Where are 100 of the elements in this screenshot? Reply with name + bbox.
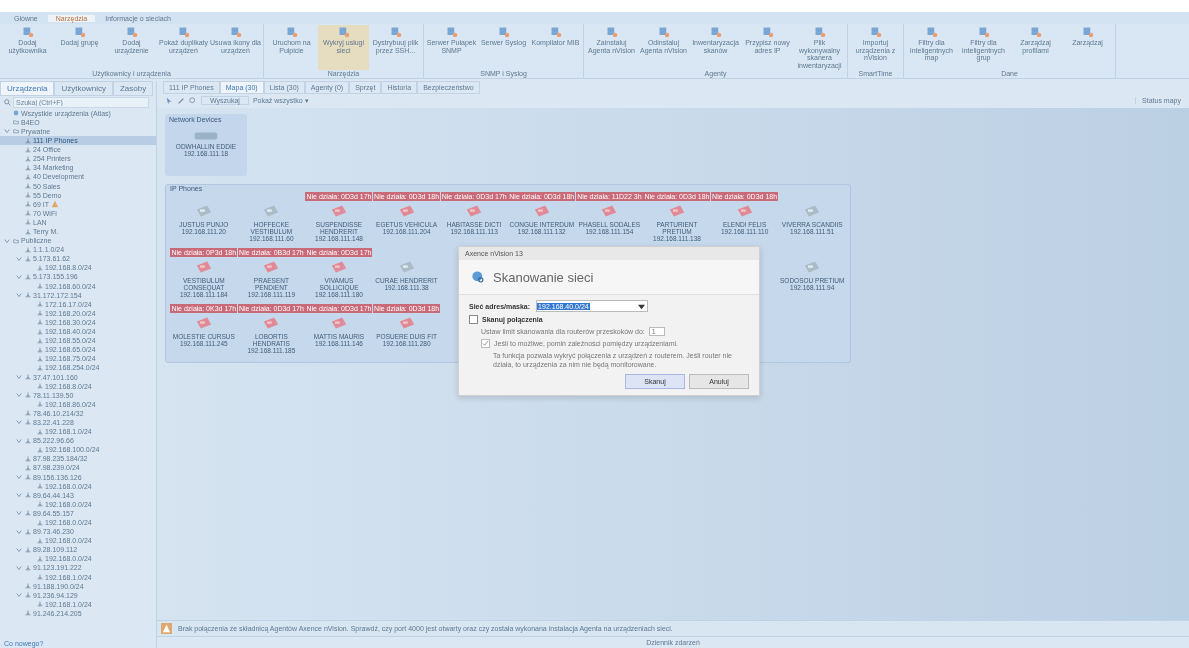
network-icon	[25, 583, 31, 590]
network-icon	[37, 501, 43, 508]
network-icon	[25, 246, 31, 253]
network-icon	[25, 392, 31, 399]
network-icon	[25, 546, 31, 553]
network-icon	[37, 328, 43, 335]
network-icon	[25, 183, 31, 190]
network-icon	[37, 519, 43, 526]
caret-icon	[638, 302, 646, 310]
tool-icon	[229, 26, 242, 38]
network-icon	[37, 483, 43, 490]
network-icon	[37, 601, 43, 608]
network-icon	[25, 146, 31, 153]
network-icon	[37, 364, 43, 371]
network-icon	[25, 592, 31, 599]
pointer-icon[interactable]	[165, 96, 173, 105]
caret-icon	[16, 255, 22, 262]
dialog-heading: Skanowanie sieci	[493, 269, 594, 285]
tool-icon	[445, 26, 458, 38]
caret-icon	[16, 292, 22, 299]
network-icon	[25, 274, 31, 280]
network-icon	[37, 428, 43, 435]
network-icon	[25, 492, 31, 499]
network-icon	[25, 292, 31, 299]
network-icon	[25, 192, 31, 199]
caret-icon	[16, 474, 22, 481]
network-icon	[37, 574, 43, 581]
network-icon	[25, 255, 31, 262]
network-icon	[37, 537, 43, 544]
network-icon	[25, 155, 31, 162]
network-icon	[25, 455, 31, 462]
network-icon	[25, 173, 31, 180]
network-icon	[25, 219, 31, 226]
tool-icon	[977, 26, 990, 38]
globe-icon	[13, 110, 19, 117]
caret-icon	[16, 546, 22, 553]
globe-search-icon	[471, 270, 485, 284]
tool-icon	[761, 26, 774, 38]
network-icon	[25, 164, 31, 171]
sidebar-tab[interactable]: Użytkownicy	[54, 80, 113, 96]
caret-icon	[16, 437, 22, 444]
network-icon	[25, 565, 31, 571]
network-icon	[25, 437, 31, 444]
network-icon	[37, 555, 43, 562]
tool-icon	[1029, 26, 1042, 38]
tool-icon	[177, 26, 190, 38]
network-icon	[37, 283, 43, 290]
network-icon	[37, 319, 43, 326]
network-icon	[37, 401, 43, 408]
network-icon	[25, 464, 31, 471]
caret-icon	[16, 510, 22, 517]
folder-icon	[13, 237, 19, 244]
tool-icon	[21, 26, 34, 38]
tool-icon	[125, 26, 138, 38]
tool-icon	[285, 26, 298, 38]
caret-icon	[4, 237, 10, 244]
network-icon	[37, 310, 43, 317]
tool-icon	[73, 26, 86, 38]
sidebar-tab[interactable]: Zasoby	[112, 80, 154, 96]
search-icon	[4, 98, 11, 106]
caret-icon	[16, 392, 22, 399]
tool-icon	[337, 26, 350, 38]
tool-icon	[605, 26, 618, 38]
tool-icon	[869, 26, 882, 38]
network-icon	[25, 228, 31, 235]
caret-icon	[16, 592, 22, 599]
sidebar-tab[interactable]: Urządzenia	[0, 80, 55, 96]
network-icon	[25, 474, 31, 481]
network-icon	[25, 137, 31, 144]
caret-icon	[16, 565, 22, 571]
network-icon	[25, 528, 31, 535]
caret-icon	[16, 374, 22, 380]
network-icon	[37, 301, 43, 308]
network-icon	[25, 510, 31, 517]
checkbox[interactable]	[469, 315, 478, 324]
caret-icon	[4, 128, 10, 135]
tool-icon	[389, 26, 402, 38]
network-icon	[25, 210, 31, 217]
network-icon	[25, 374, 31, 380]
tool-icon	[1081, 26, 1094, 38]
network-icon	[37, 264, 43, 271]
network-icon	[25, 610, 31, 617]
network-icon	[37, 355, 43, 362]
warning-icon	[161, 623, 172, 634]
network-icon	[37, 337, 43, 344]
tool-icon	[497, 26, 510, 38]
tool-icon	[925, 26, 938, 38]
network-icon	[25, 201, 31, 208]
caret-icon	[16, 528, 22, 535]
network-icon	[25, 419, 31, 426]
network-icon	[25, 410, 31, 417]
tool-icon	[813, 26, 826, 38]
network-icon	[37, 446, 43, 453]
pencil-icon[interactable]	[177, 96, 185, 105]
network-icon	[37, 383, 43, 390]
caret-icon	[16, 274, 22, 280]
network-icon	[37, 346, 43, 353]
caret-icon	[16, 419, 22, 426]
checkbox[interactable]	[481, 339, 490, 348]
tool-icon	[709, 26, 722, 38]
